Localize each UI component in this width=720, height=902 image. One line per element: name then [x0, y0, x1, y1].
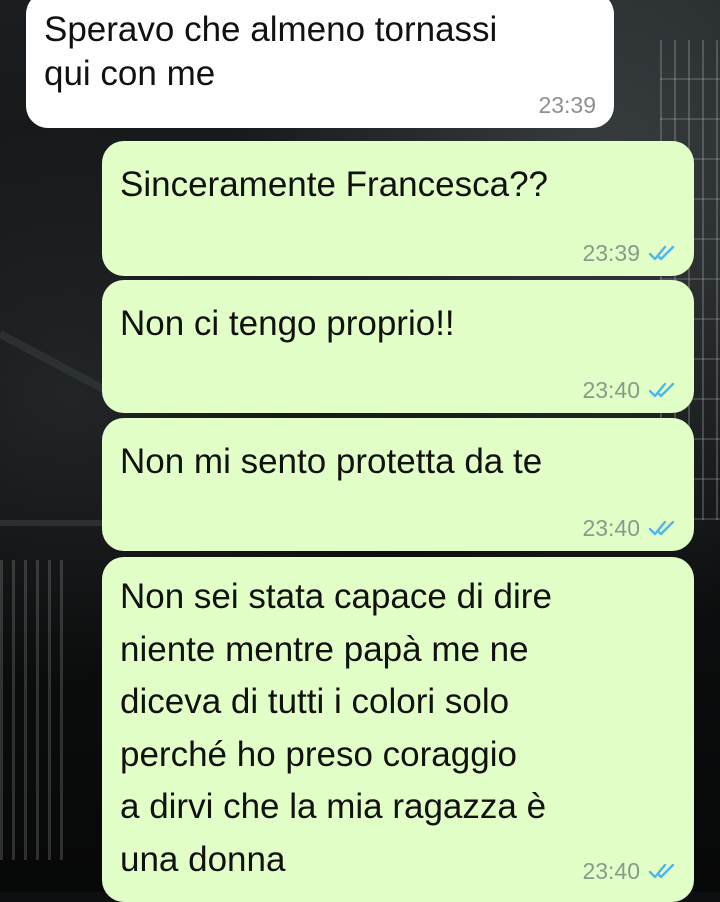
- message-meta: 23:40: [582, 515, 676, 541]
- double-check-read-icon: [648, 863, 675, 879]
- message-text: Non mi sento protetta da te: [120, 442, 543, 481]
- double-check-read-icon: [648, 382, 675, 398]
- message-bubble-outgoing[interactable]: Non mi sento protetta da te 23:40: [102, 418, 694, 551]
- double-check-read-icon: [648, 520, 675, 536]
- message-meta: 23:40: [582, 858, 676, 884]
- double-check-read-icon: [648, 245, 675, 261]
- message-meta: 23:39: [582, 240, 676, 266]
- message-text: Non sei stata capace di dire niente ment…: [120, 577, 552, 879]
- message-bubble-outgoing[interactable]: Non ci tengo proprio!! 23:40: [102, 280, 694, 413]
- message-text: Non ci tengo proprio!!: [120, 304, 455, 343]
- message-bubble-outgoing[interactable]: Sinceramente Francesca?? 23:39: [102, 141, 694, 276]
- message-list: Speravo che almeno tornassi qui con me 2…: [0, 0, 720, 902]
- message-time: 23:40: [582, 377, 640, 403]
- message-text: Sinceramente Francesca??: [120, 165, 548, 204]
- message-bubble-incoming[interactable]: Speravo che almeno tornassi qui con me 2…: [26, 0, 614, 128]
- message-time: 23:40: [582, 858, 640, 884]
- message-meta: 23:39: [538, 92, 596, 118]
- message-meta: 23:40: [582, 377, 676, 403]
- message-text: Speravo che almeno tornassi qui con me: [44, 10, 498, 93]
- message-time: 23:39: [538, 92, 596, 118]
- message-time: 23:39: [582, 240, 640, 266]
- message-bubble-outgoing[interactable]: Non sei stata capace di dire niente ment…: [102, 557, 694, 902]
- message-time: 23:40: [582, 515, 640, 541]
